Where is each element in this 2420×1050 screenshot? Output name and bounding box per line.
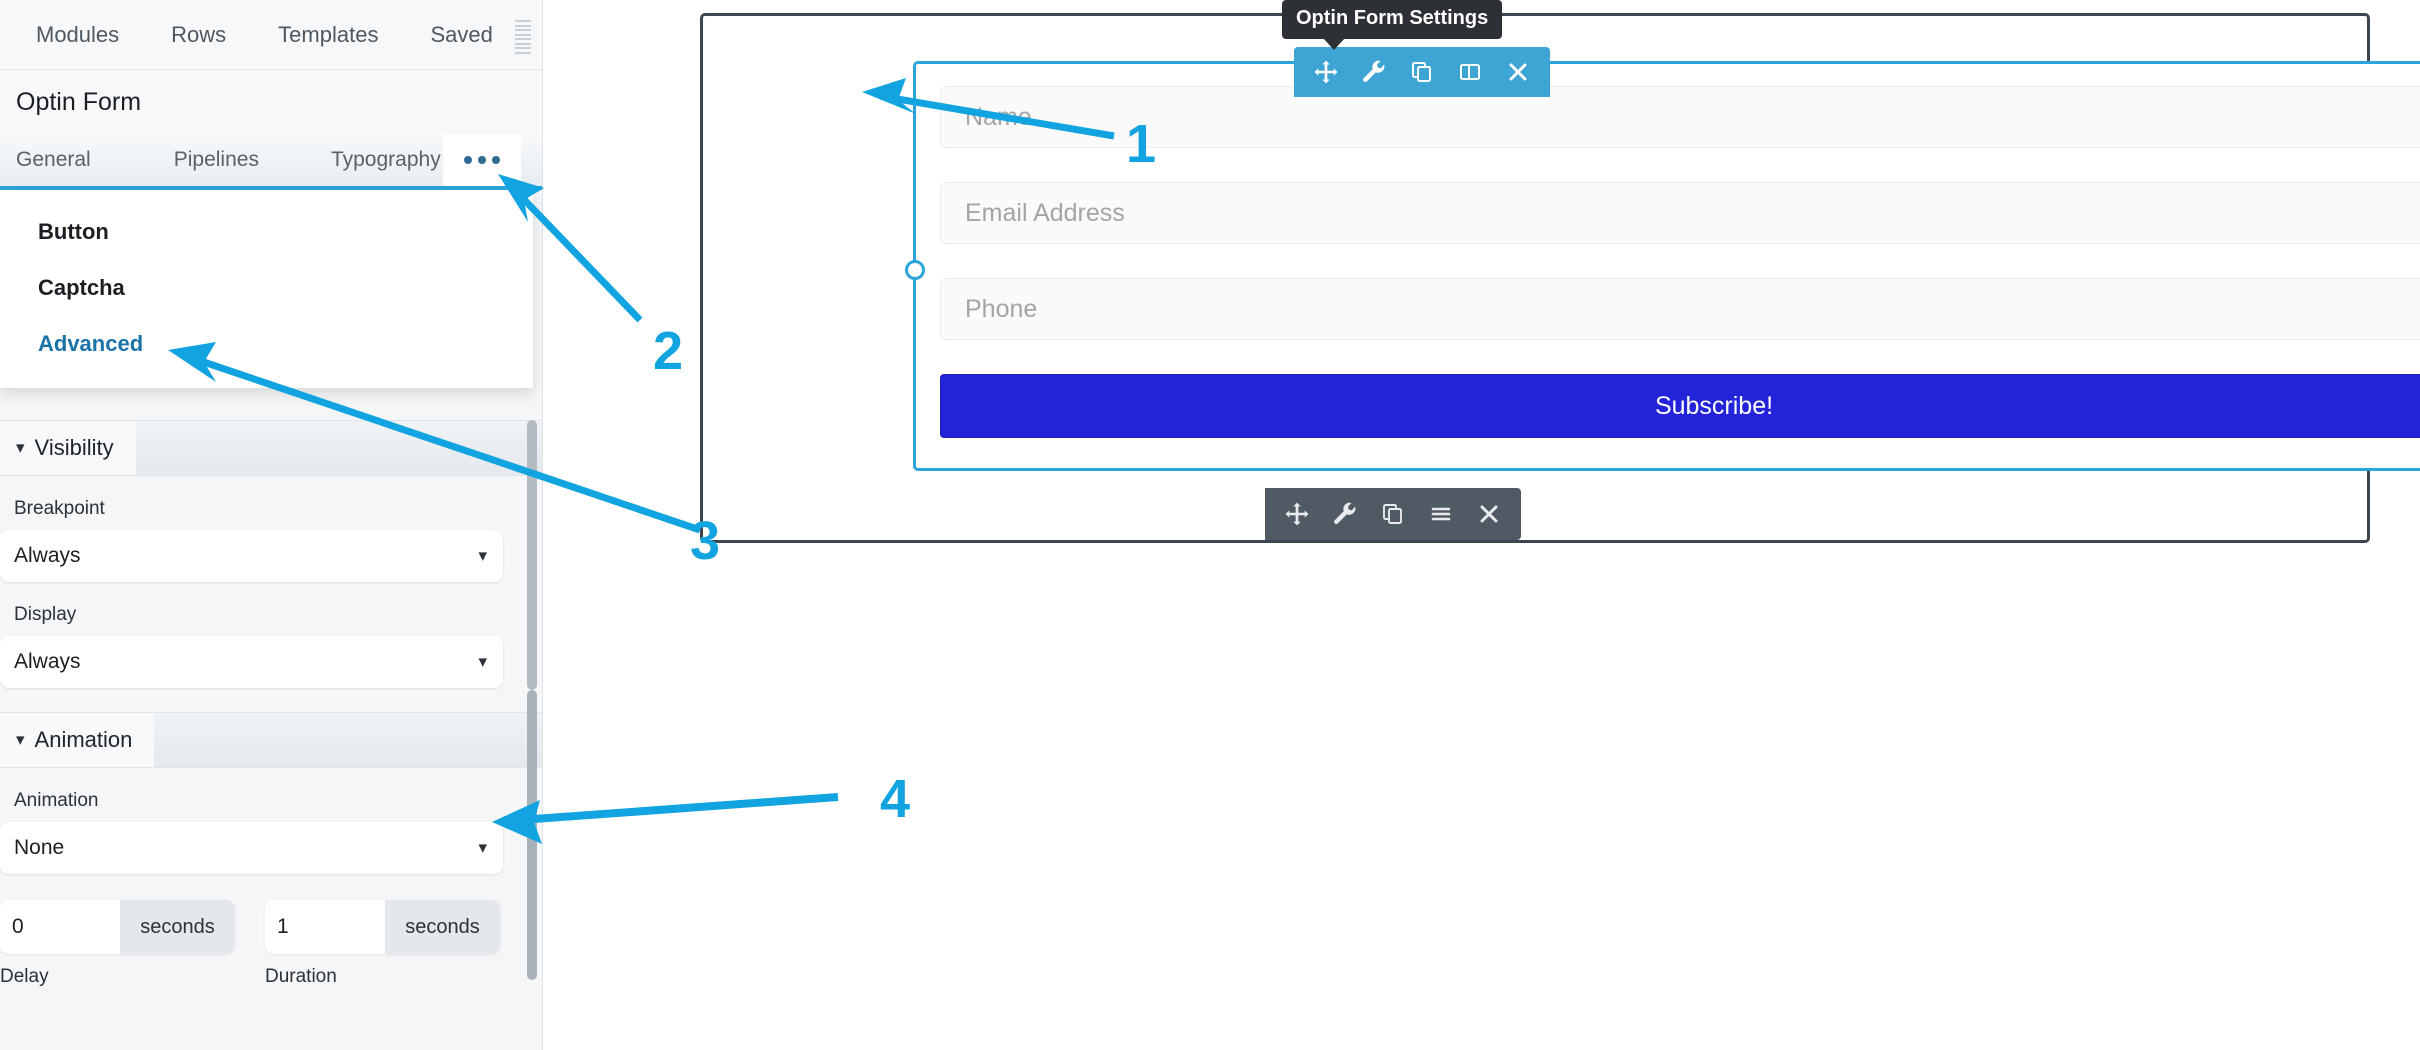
columns-icon[interactable] (1446, 47, 1494, 97)
panel-nav: Modules Rows Templates Saved (0, 0, 543, 70)
close-icon[interactable] (1465, 489, 1513, 539)
duration-input-group[interactable]: 1 seconds (265, 900, 500, 954)
panel-title: Optin Form (0, 70, 543, 134)
duplicate-icon[interactable] (1369, 489, 1417, 539)
display-label: Display (14, 604, 77, 625)
breakpoint-value: Always (14, 544, 81, 567)
nav-item-rows[interactable]: Rows (171, 22, 226, 48)
tab-general[interactable]: General (16, 134, 91, 186)
row-toolbar (1265, 488, 1521, 540)
animation-select[interactable]: None ▾ (0, 822, 503, 874)
delay-label: Delay (0, 966, 49, 987)
nav-item-saved[interactable]: Saved (430, 22, 492, 48)
breakpoint-label: Breakpoint (14, 498, 105, 519)
field-animation: Animation None ▾ (0, 768, 543, 874)
move-icon[interactable] (1302, 47, 1350, 97)
duration-label: Duration (265, 966, 337, 987)
email-field[interactable]: Email Address (940, 182, 2420, 244)
breakpoint-select[interactable]: Always ▾ (0, 530, 503, 582)
optin-form-module[interactable]: Name Email Address Phone Subscribe! (905, 61, 2420, 471)
module-tooltip: Optin Form Settings (1282, 0, 1503, 50)
section-visibility-title: Visibility (34, 435, 114, 460)
module-tooltip-text: Optin Form Settings (1296, 7, 1489, 29)
duplicate-icon[interactable] (1398, 47, 1446, 97)
module-toolbar (1294, 47, 1550, 97)
preview-canvas: Name Email Address Phone Subscribe! Opti… (543, 0, 2420, 1050)
animation-value: None (14, 836, 65, 859)
dropdown-item-captcha[interactable]: Captcha (0, 260, 533, 316)
display-value: Always (14, 650, 81, 673)
close-icon[interactable] (1494, 47, 1542, 97)
field-breakpoint: Breakpoint Always ▾ (0, 476, 543, 582)
dropdown-item-advanced[interactable]: Advanced (0, 316, 533, 372)
section-animation-title: Animation (34, 727, 133, 752)
chevron-down-icon: ▾ (16, 437, 25, 457)
optin-form: Name Email Address Phone Subscribe! (940, 86, 2420, 438)
tooltip-arrow-icon (1323, 38, 1345, 50)
panel-scrollbar-thumb-top[interactable] (527, 420, 537, 690)
nav-item-modules[interactable]: Modules (36, 22, 119, 48)
animation-timing-inputs: 0 seconds 1 seconds (0, 900, 543, 954)
panel-tabs: General Pipelines Typography (0, 134, 543, 190)
move-icon[interactable] (1273, 489, 1321, 539)
field-display: Display Always ▾ (0, 582, 543, 688)
chevron-down-icon: ▾ (478, 838, 487, 857)
delay-input[interactable]: 0 (0, 900, 120, 954)
delay-input-group[interactable]: 0 seconds (0, 900, 235, 954)
name-field[interactable]: Name (940, 86, 2420, 148)
settings-panel: Modules Rows Templates Saved Optin Form … (0, 0, 543, 1050)
resize-handle-left[interactable] (905, 260, 925, 280)
wrench-icon[interactable] (1350, 47, 1398, 97)
panel-body: ▾ Visibility Breakpoint Always ▾ Display… (0, 420, 543, 1050)
section-visibility-header[interactable]: ▾ Visibility (0, 420, 543, 476)
dropdown-item-button[interactable]: Button (0, 204, 533, 260)
chevron-down-icon: ▾ (16, 729, 25, 749)
more-tabs-dropdown: Button Captcha Advanced (0, 190, 533, 388)
menu-icon[interactable] (1417, 489, 1465, 539)
duration-unit[interactable]: seconds (385, 900, 500, 954)
animation-timing-labels: Delay Duration (0, 966, 543, 988)
tab-typography[interactable]: Typography (331, 134, 441, 186)
subscribe-button[interactable]: Subscribe! (940, 374, 2420, 438)
tab-more-ellipsis-icon[interactable] (443, 134, 521, 186)
chevron-down-icon: ▾ (478, 652, 487, 671)
phone-field[interactable]: Phone (940, 278, 2420, 340)
duration-input[interactable]: 1 (265, 900, 385, 954)
delay-unit[interactable]: seconds (120, 900, 235, 954)
section-animation-header[interactable]: ▾ Animation (0, 712, 543, 768)
display-select[interactable]: Always ▾ (0, 636, 503, 688)
tab-pipelines[interactable]: Pipelines (174, 134, 259, 186)
nav-item-templates[interactable]: Templates (278, 22, 378, 48)
chevron-down-icon: ▾ (478, 546, 487, 565)
wrench-icon[interactable] (1321, 489, 1369, 539)
animation-label: Animation (14, 790, 99, 811)
panel-scrollbar-thumb[interactable] (527, 690, 537, 980)
panel-drag-handle-icon[interactable] (515, 20, 531, 54)
